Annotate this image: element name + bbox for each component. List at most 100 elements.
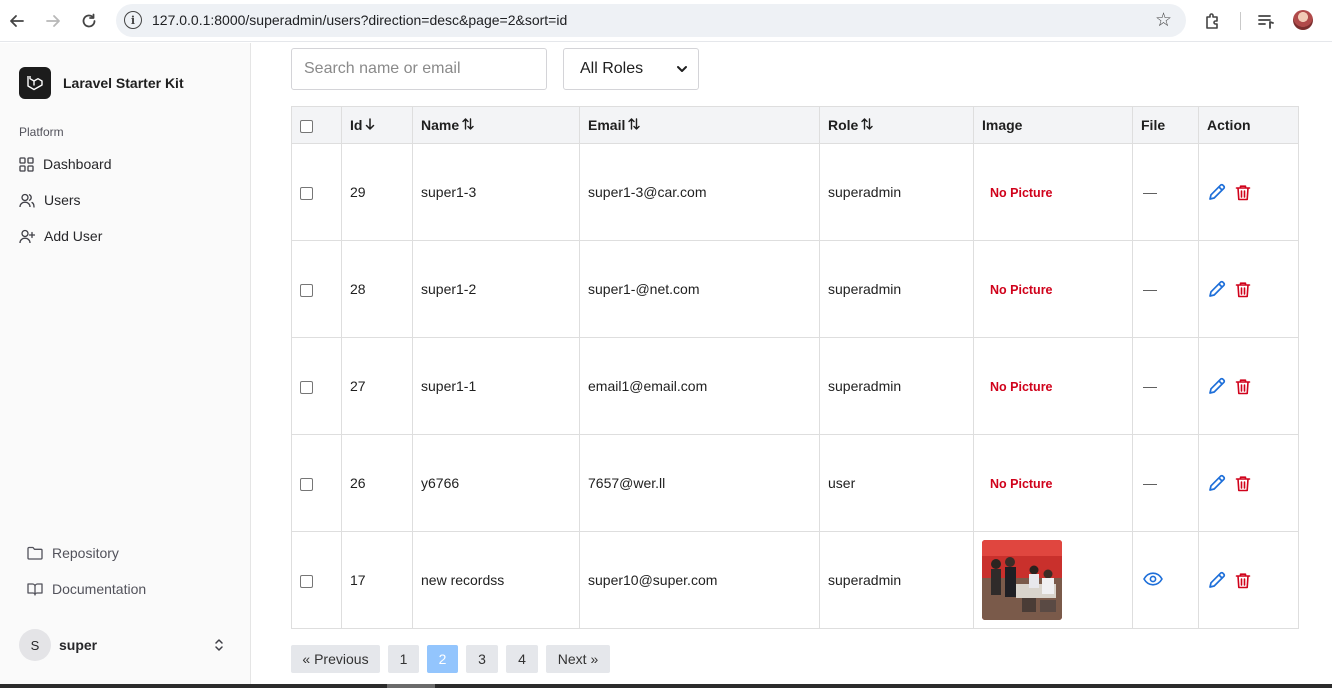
row-checkbox[interactable] xyxy=(300,186,313,200)
extensions-icon[interactable] xyxy=(1201,9,1225,33)
column-header-image: Image xyxy=(973,106,1133,144)
forward-icon[interactable] xyxy=(41,9,65,33)
next-page-button[interactable]: Next » xyxy=(546,645,610,673)
sidebar-item-repository[interactable]: Repository xyxy=(27,545,119,561)
column-header-label: Role xyxy=(828,117,859,133)
table-row: 17 new recordss super10@super.com supera… xyxy=(291,531,1299,629)
column-header-email[interactable]: Email xyxy=(579,106,820,144)
sort-toggle-icon xyxy=(628,118,641,133)
cell-id: 26 xyxy=(341,434,413,532)
sort-desc-icon xyxy=(365,118,375,133)
sidebar-item-label: Repository xyxy=(52,545,119,561)
cell-role: superadmin xyxy=(819,240,974,338)
sidebar-item-documentation[interactable]: Documentation xyxy=(27,581,146,597)
no-picture-label: No Picture xyxy=(990,283,1053,297)
file-empty: — xyxy=(1143,184,1157,200)
select-all-cell xyxy=(291,106,342,144)
row-checkbox[interactable] xyxy=(300,380,313,394)
column-header-label: Name xyxy=(421,117,460,133)
eye-icon[interactable] xyxy=(1143,571,1163,586)
sidebar-item-label: Users xyxy=(44,192,81,208)
column-header-id[interactable]: Id xyxy=(341,106,413,144)
chevrons-up-down-icon xyxy=(215,639,223,651)
table-row: 26 y6766 7657@wer.ll user No Picture — xyxy=(291,434,1299,532)
cell-name: y6766 xyxy=(412,434,580,532)
sidebar-item-label: Add User xyxy=(44,228,103,244)
sidebar-item-add-user[interactable]: Add User xyxy=(19,228,102,244)
row-checkbox[interactable] xyxy=(300,283,313,297)
trash-icon[interactable] xyxy=(1235,572,1251,589)
trash-icon[interactable] xyxy=(1235,475,1251,492)
cell-role: superadmin xyxy=(819,143,974,241)
cell-role: superadmin xyxy=(819,531,974,629)
column-header-file: File xyxy=(1132,106,1199,144)
cell-email: super1-3@car.com xyxy=(579,143,820,241)
cell-id: 27 xyxy=(341,337,413,435)
taskbar-edge xyxy=(0,684,1332,688)
page-button-4[interactable]: 4 xyxy=(506,645,538,673)
column-header-name[interactable]: Name xyxy=(412,106,580,144)
url-text[interactable]: 127.0.0.1:8000/superadmin/users?directio… xyxy=(152,12,567,28)
reload-icon[interactable] xyxy=(77,9,101,33)
cell-name: super1-3 xyxy=(412,143,580,241)
page-button-3[interactable]: 3 xyxy=(466,645,498,673)
table-row: 29 super1-3 super1-3@car.com superadmin … xyxy=(291,143,1299,241)
address-bar[interactable]: i 127.0.0.1:8000/superadmin/users?direct… xyxy=(116,4,1186,37)
no-picture-label: No Picture xyxy=(990,380,1053,394)
pagination: « Previous 1 2 3 4 Next » xyxy=(291,645,618,673)
browser-profile-avatar[interactable] xyxy=(1293,10,1313,30)
page-button-2-current[interactable]: 2 xyxy=(427,645,458,673)
laravel-logo-icon xyxy=(19,67,51,99)
users-table: Id Name Email Role Image File Action 29 … xyxy=(291,106,1299,629)
edit-pencil-icon[interactable] xyxy=(1207,376,1227,396)
trash-icon[interactable] xyxy=(1235,281,1251,298)
edit-pencil-icon[interactable] xyxy=(1207,473,1227,493)
select-all-checkbox[interactable] xyxy=(300,119,313,133)
trash-icon[interactable] xyxy=(1235,184,1251,201)
sort-toggle-icon xyxy=(462,118,474,133)
role-filter-select[interactable]: All Roles xyxy=(563,48,699,90)
group-label-platform: Platform xyxy=(19,125,64,139)
cell-id: 17 xyxy=(341,531,413,629)
table-row: 27 super1-1 email1@email.com superadmin … xyxy=(291,337,1299,435)
previous-page-button[interactable]: « Previous xyxy=(291,645,380,673)
cell-name: new recordss xyxy=(412,531,580,629)
column-header-role[interactable]: Role xyxy=(819,106,974,144)
cell-role: superadmin xyxy=(819,337,974,435)
user-photo-thumbnail[interactable] xyxy=(982,540,1062,620)
column-header-label: Id xyxy=(350,117,363,133)
file-empty: — xyxy=(1143,378,1157,394)
browser-toolbar: i 127.0.0.1:8000/superadmin/users?direct… xyxy=(0,0,1332,42)
book-open-icon xyxy=(27,583,43,596)
search-input[interactable] xyxy=(291,48,547,90)
cell-role: user xyxy=(819,434,974,532)
sidebar-item-label: Documentation xyxy=(52,581,147,597)
media-controls-icon[interactable] xyxy=(1254,9,1278,33)
brand-name: Laravel Starter Kit xyxy=(63,75,184,91)
taskbar-highlight xyxy=(387,684,435,688)
edit-pencil-icon[interactable] xyxy=(1207,279,1227,299)
user-menu[interactable]: S super xyxy=(19,629,231,661)
bookmark-star-icon[interactable]: ☆ xyxy=(1155,9,1172,32)
sidebar: Laravel Starter Kit Platform Dashboard U… xyxy=(0,43,251,688)
table-header-row: Id Name Email Role Image File Action xyxy=(291,106,1299,144)
edit-pencil-icon[interactable] xyxy=(1207,182,1227,202)
back-icon[interactable] xyxy=(5,9,29,33)
user-plus-icon xyxy=(19,229,35,243)
page-button-1[interactable]: 1 xyxy=(388,645,419,673)
sidebar-item-users[interactable]: Users xyxy=(19,192,81,208)
trash-icon[interactable] xyxy=(1235,378,1251,395)
sidebar-item-dashboard[interactable]: Dashboard xyxy=(19,156,112,172)
cell-email: email1@email.com xyxy=(579,337,820,435)
cell-id: 29 xyxy=(341,143,413,241)
edit-pencil-icon[interactable] xyxy=(1207,570,1227,590)
row-checkbox[interactable] xyxy=(300,477,313,491)
brand[interactable]: Laravel Starter Kit xyxy=(19,67,184,99)
folder-icon xyxy=(27,546,43,560)
no-picture-label: No Picture xyxy=(990,477,1053,491)
column-header-label: Email xyxy=(588,117,626,133)
user-name: super xyxy=(59,637,98,653)
site-info-icon[interactable]: i xyxy=(124,11,142,29)
row-checkbox[interactable] xyxy=(300,574,313,588)
users-icon xyxy=(19,193,35,208)
